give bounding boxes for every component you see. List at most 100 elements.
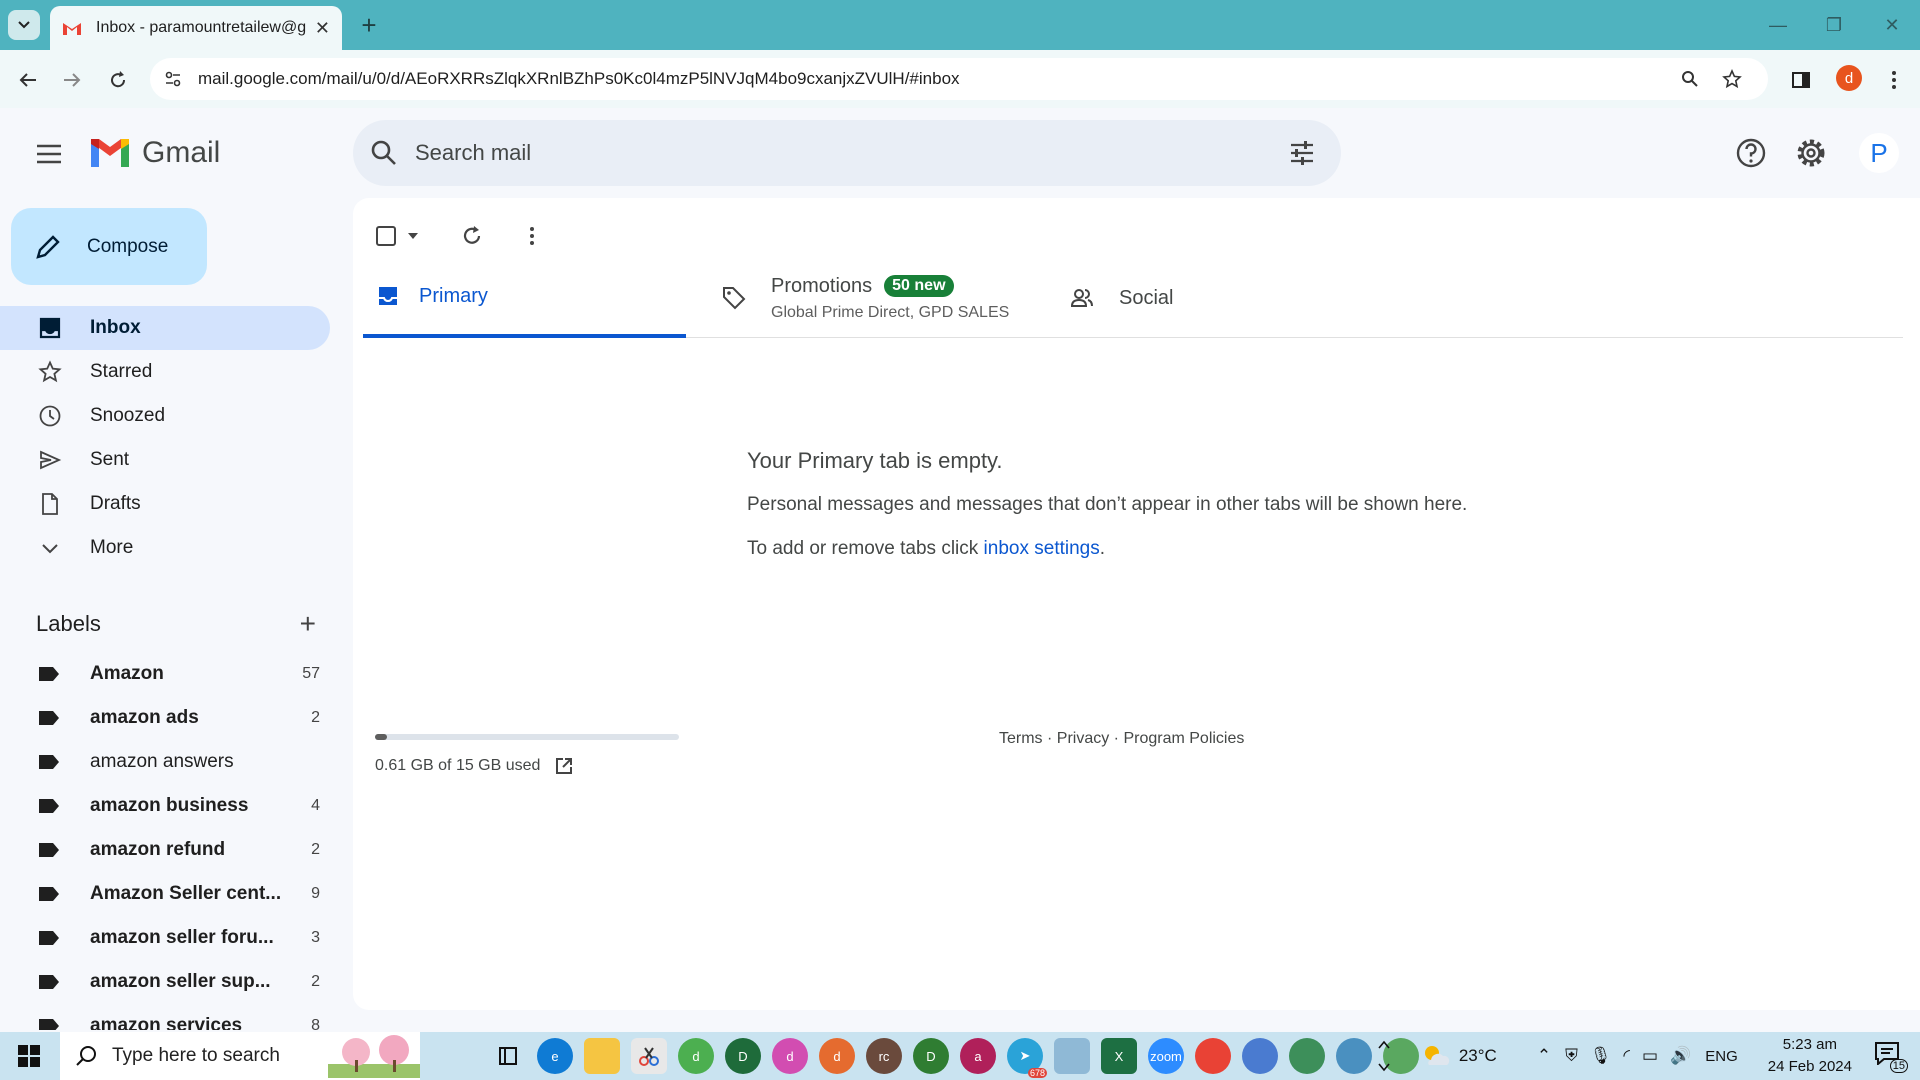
sidebar-nav: Inbox Starred Snoozed Sent Drafts More — [0, 306, 330, 570]
back-button[interactable] — [10, 62, 46, 98]
show-hidden-chevron-icon[interactable] — [1377, 1036, 1391, 1076]
sidebar-label-item[interactable]: amazon seller sup... 2 — [0, 960, 320, 1004]
chrome-profile-icon[interactable]: a — [960, 1038, 996, 1074]
terms-link[interactable]: Terms — [999, 730, 1043, 747]
search-input[interactable]: Search mail — [415, 140, 531, 166]
tab-primary[interactable]: Primary — [363, 258, 686, 338]
sidebar-item-more[interactable]: More — [0, 526, 330, 570]
sidebar-item-snoozed[interactable]: Snoozed — [0, 394, 330, 438]
address-bar[interactable]: mail.google.com/mail/u/0/d/AEoRXRRsZlqkX… — [150, 58, 1768, 100]
chrome-profile-icon[interactable]: d — [819, 1038, 855, 1074]
chrome-icon[interactable] — [1195, 1038, 1231, 1074]
sidebar-label-item[interactable]: amazon services 8 — [0, 1004, 320, 1030]
search-options-icon[interactable] — [1287, 138, 1317, 168]
sidebar-item-starred[interactable]: Starred — [0, 350, 330, 394]
snipping-tool-icon[interactable] — [631, 1038, 667, 1074]
program-policies-link[interactable]: Program Policies — [1123, 730, 1244, 747]
restore-button[interactable]: ❐ — [1806, 0, 1862, 50]
chrome-profile-icon[interactable] — [1336, 1038, 1372, 1074]
label-tag-icon — [39, 931, 59, 945]
battery-icon[interactable]: ▭ — [1642, 1046, 1658, 1066]
sidebar-label-item[interactable]: amazon refund 2 — [0, 828, 320, 872]
sidebar-label-item[interactable]: amazon ads 2 — [0, 696, 320, 740]
search-icon[interactable] — [369, 138, 399, 168]
taskbar-search[interactable]: Type here to search — [60, 1032, 420, 1080]
tab-search-button[interactable] — [8, 10, 40, 40]
open-external-icon[interactable] — [554, 756, 574, 776]
excel-icon[interactable]: X — [1101, 1038, 1137, 1074]
gmail-logo[interactable]: Gmail — [88, 136, 220, 170]
tray-up-icon[interactable]: ⌃ — [1537, 1046, 1551, 1066]
select-dropdown-icon[interactable] — [407, 232, 419, 240]
wifi-icon[interactable]: ◜ — [1623, 1046, 1630, 1066]
kebab-menu-icon — [1892, 71, 1896, 89]
chrome-profile-icon[interactable] — [1289, 1038, 1325, 1074]
forward-button[interactable] — [54, 62, 90, 98]
close-tab-icon[interactable]: ✕ — [315, 18, 330, 39]
windows-start-icon[interactable] — [18, 1045, 40, 1067]
language-indicator[interactable]: ENG — [1705, 1048, 1738, 1065]
tab-promotions[interactable]: Promotions 50 new Global Prime Direct, G… — [721, 258, 1009, 338]
privacy-link[interactable]: Privacy — [1057, 730, 1109, 747]
file-explorer-icon[interactable] — [584, 1038, 620, 1074]
sidebar-item-drafts[interactable]: Drafts — [0, 482, 330, 526]
reload-icon — [111, 71, 126, 88]
bookmark-star-icon[interactable] — [1720, 67, 1744, 91]
sidebar-label-item[interactable]: Amazon 57 — [0, 652, 320, 696]
zoom-app-icon[interactable]: zoom — [1148, 1038, 1184, 1074]
sidebar-label-item[interactable]: Amazon Seller cent... 9 — [0, 872, 320, 916]
add-label-button[interactable]: + — [300, 608, 316, 640]
sidebar-item-inbox[interactable]: Inbox — [0, 306, 330, 350]
settings-gear-icon[interactable] — [1794, 136, 1828, 170]
security-icon[interactable]: ⛨ — [1565, 1046, 1578, 1066]
weather-icon[interactable] — [1421, 1043, 1451, 1069]
volume-icon[interactable]: 🔊 — [1670, 1046, 1691, 1066]
taskbar-search-input[interactable]: Type here to search — [112, 1045, 280, 1067]
more-options-icon[interactable] — [529, 226, 535, 246]
account-avatar[interactable]: P — [1859, 133, 1899, 173]
chrome-profile-icon[interactable]: d — [678, 1038, 714, 1074]
reload-button[interactable] — [100, 62, 136, 98]
minimize-button[interactable]: — — [1750, 0, 1806, 50]
notepad-icon[interactable] — [1054, 1038, 1090, 1074]
chrome-profile-icon[interactable]: d — [772, 1038, 808, 1074]
search-bar[interactable]: Search mail — [353, 120, 1341, 186]
sidebar-item-sent[interactable]: Sent — [0, 438, 330, 482]
sidebar-label-item[interactable]: amazon business 4 — [0, 784, 320, 828]
side-panel-icon — [1792, 72, 1810, 88]
zoom-icon[interactable] — [1678, 67, 1702, 91]
site-info-icon[interactable] — [158, 64, 188, 94]
telegram-icon[interactable]: ➤ 678 — [1007, 1038, 1047, 1078]
browser-tab-inbox[interactable]: Inbox - paramountretailew@gm ✕ — [50, 6, 342, 50]
microphone-icon[interactable]: 🎙 — [1590, 1046, 1612, 1066]
help-icon[interactable] — [1734, 136, 1768, 170]
tab-social[interactable]: Social — [1069, 258, 1173, 338]
sidebar-label-item[interactable]: amazon answers — [0, 740, 320, 784]
select-all-checkbox[interactable] — [375, 225, 397, 247]
inbox-settings-link[interactable]: inbox settings — [984, 538, 1100, 559]
browser-profile-avatar[interactable]: d — [1836, 65, 1862, 91]
chrome-profile-icon[interactable]: rc — [866, 1038, 902, 1074]
chrome-profile-icon[interactable] — [1242, 1038, 1278, 1074]
refresh-icon[interactable] — [461, 225, 483, 247]
new-tab-button[interactable]: + — [352, 8, 386, 42]
browser-menu-button[interactable] — [1876, 62, 1912, 98]
clock[interactable]: 5:23 am 24 Feb 2024 — [1768, 1034, 1852, 1078]
search-icon — [76, 1046, 96, 1066]
sidebar-label-item[interactable]: amazon seller foru... 3 — [0, 916, 320, 960]
storage-bar-fill — [375, 734, 388, 740]
gmail-m-icon — [91, 139, 129, 167]
chrome-profile-icon[interactable]: D — [725, 1038, 761, 1074]
empty-state: Your Primary tab is empty. Personal mess… — [747, 448, 1467, 560]
task-view-icon[interactable] — [490, 1038, 526, 1074]
compose-button[interactable]: Compose — [11, 208, 207, 285]
close-window-button[interactable]: ✕ — [1864, 0, 1920, 50]
edge-browser-icon[interactable]: e — [537, 1038, 573, 1074]
chrome-profile-icon[interactable]: D — [913, 1038, 949, 1074]
label-tag-icon — [39, 887, 59, 901]
gmail-wordmark: Gmail — [142, 136, 221, 169]
side-panel-button[interactable] — [1783, 62, 1819, 98]
mail-toolbar — [375, 218, 535, 254]
main-menu-icon[interactable] — [34, 139, 64, 169]
notifications-button[interactable]: 15 — [1874, 1041, 1908, 1073]
